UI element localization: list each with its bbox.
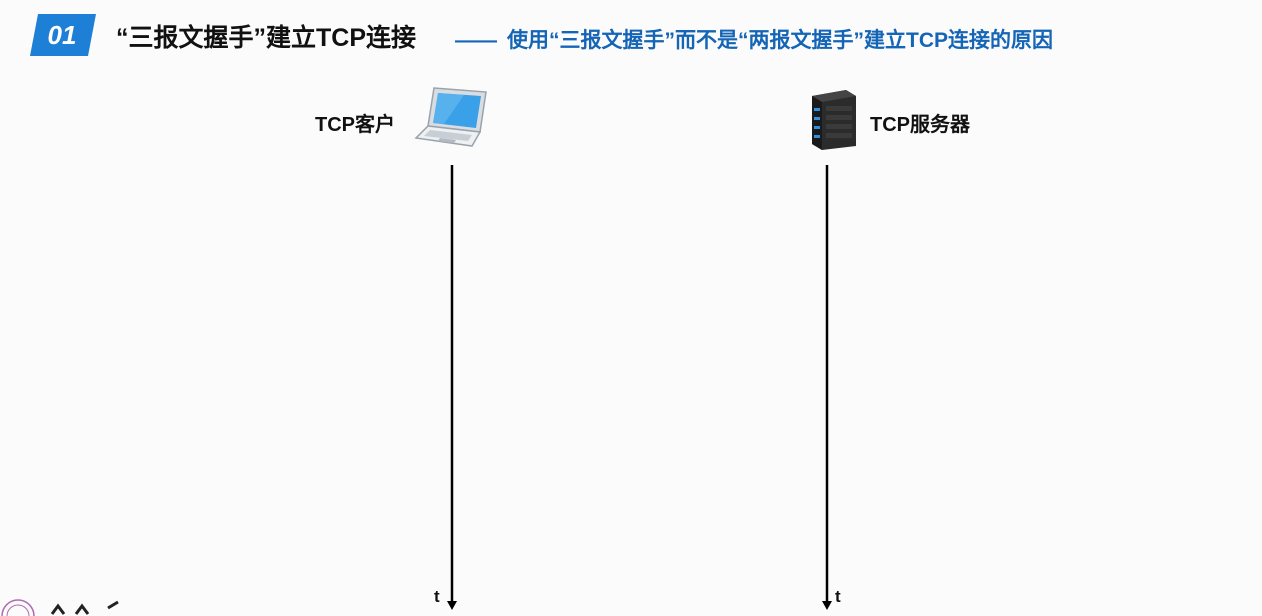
decorative-logo-fragment [1,599,119,616]
timeline-layer [447,165,832,610]
server-time-label: t [835,587,841,606]
server-timeline-arrow [822,601,832,610]
client-timeline-arrow [447,601,457,610]
client-time-label: t [434,587,440,606]
